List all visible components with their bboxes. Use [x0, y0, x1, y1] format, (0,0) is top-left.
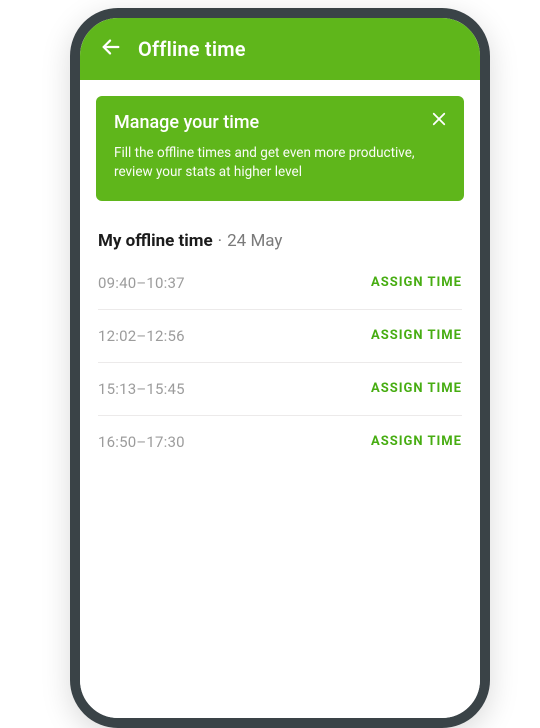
- banner-close-button[interactable]: [426, 108, 452, 134]
- list-item: 15:13–15:45 ASSIGN TIME: [98, 363, 462, 416]
- list-item: 09:40–10:37 ASSIGN TIME: [98, 257, 462, 310]
- banner-title: Manage your time: [114, 112, 412, 134]
- section-header: My offline time · 24 May: [98, 231, 462, 251]
- assign-time-button[interactable]: ASSIGN TIME: [371, 381, 462, 396]
- list-item: 16:50–17:30 ASSIGN TIME: [98, 416, 462, 468]
- separator-dot: ·: [218, 231, 222, 251]
- page-title: Offline time: [138, 37, 246, 61]
- section-title: My offline time: [98, 231, 213, 251]
- time-range: 15:13–15:45: [98, 380, 185, 398]
- back-button[interactable]: [94, 32, 128, 66]
- offline-time-list: 09:40–10:37 ASSIGN TIME 12:02–12:56 ASSI…: [98, 257, 462, 468]
- list-item: 12:02–12:56 ASSIGN TIME: [98, 310, 462, 363]
- phone-frame: Offline time Manage your time Fill the o…: [70, 8, 490, 728]
- app-bar: Offline time: [80, 18, 480, 80]
- screen: Offline time Manage your time Fill the o…: [80, 18, 480, 718]
- content: Manage your time Fill the offline times …: [80, 80, 480, 718]
- time-range: 12:02–12:56: [98, 327, 185, 345]
- assign-time-button[interactable]: ASSIGN TIME: [371, 275, 462, 290]
- assign-time-button[interactable]: ASSIGN TIME: [371, 434, 462, 449]
- arrow-left-icon: [100, 36, 122, 62]
- info-banner: Manage your time Fill the offline times …: [96, 96, 464, 201]
- section-date: 24 May: [227, 231, 282, 251]
- close-icon: [430, 110, 448, 132]
- banner-body: Fill the offline times and get even more…: [114, 144, 446, 183]
- time-range: 16:50–17:30: [98, 433, 185, 451]
- time-range: 09:40–10:37: [98, 274, 185, 292]
- assign-time-button[interactable]: ASSIGN TIME: [371, 328, 462, 343]
